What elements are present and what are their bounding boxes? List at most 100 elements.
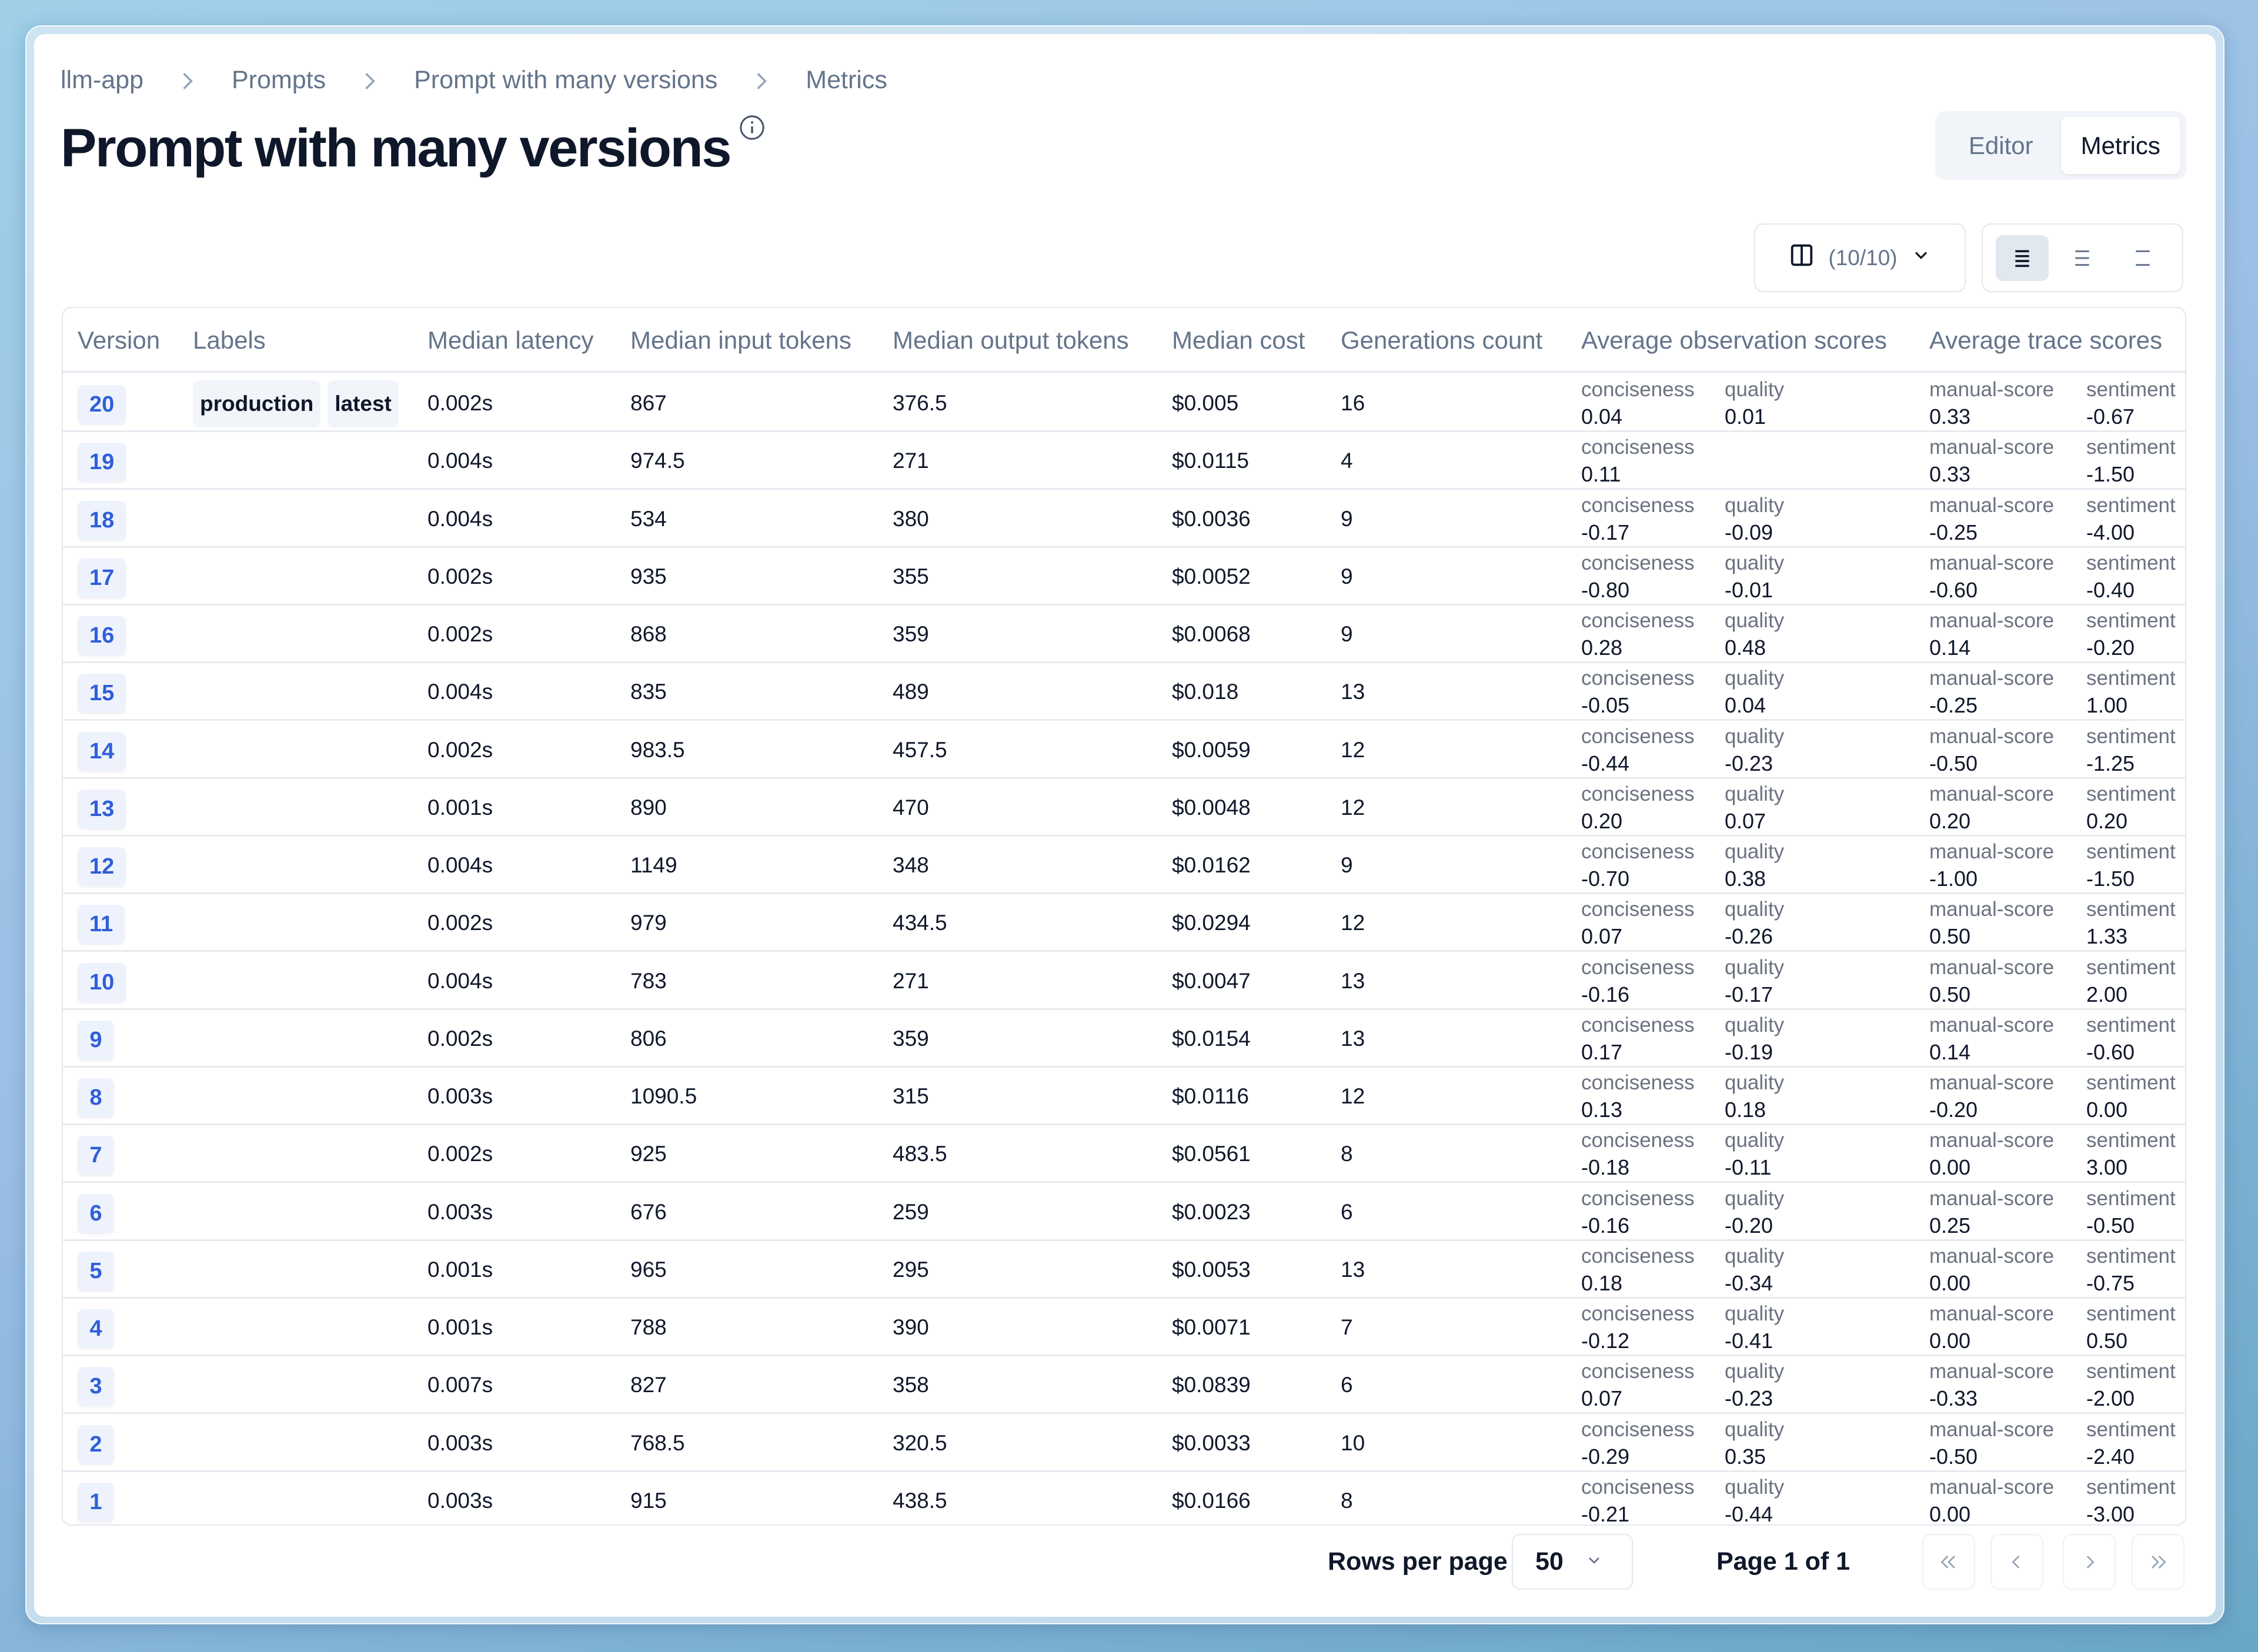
trace-score: manual-score 0.50 bbox=[1929, 954, 2054, 1008]
score-value: -0.44 bbox=[1725, 1501, 1773, 1526]
first-page-button[interactable] bbox=[1922, 1534, 1975, 1590]
column-header-median-input-tokens[interactable]: Median input tokens bbox=[630, 308, 851, 373]
table-row[interactable]: 6 0.003s 676 259 $0.0023 6 conciseness -0.16 qua… bbox=[63, 1183, 2185, 1241]
column-header-version[interactable]: Version bbox=[78, 308, 160, 373]
column-header-observation-scores[interactable]: Average observation scores bbox=[1581, 308, 1887, 373]
score-name: manual-score bbox=[1929, 1302, 2055, 1325]
table-row[interactable]: 14 0.002s 983.5 457.5 $0.0059 12 conciseness -0… bbox=[63, 721, 2185, 779]
median-input-tokens: 983.5 bbox=[630, 737, 685, 762]
table-row[interactable]: 11 0.002s 979 434.5 $0.0294 12 conciseness 0.07… bbox=[63, 894, 2185, 952]
generations-count: 7 bbox=[1341, 1315, 1353, 1339]
chevron-right-icon bbox=[717, 66, 806, 95]
score-value: 0.48 bbox=[1725, 636, 1766, 660]
breadcrumb-prompt[interactable]: Prompt with many versions bbox=[414, 66, 717, 95]
observation-score: conciseness -0.21 bbox=[1581, 1474, 1695, 1524]
median-cost: $0.0154 bbox=[1172, 1026, 1251, 1051]
score-value: -0.34 bbox=[1725, 1270, 1773, 1295]
trace-score: manual-score -0.33 bbox=[1929, 1358, 2054, 1412]
score-name: manual-score bbox=[1929, 955, 2055, 979]
table-row[interactable]: 4 0.001s 788 390 $0.0071 7 conciseness -0.12 qua… bbox=[63, 1299, 2185, 1357]
version-link[interactable]: 10 bbox=[78, 962, 126, 1002]
column-header-trace-scores[interactable]: Average trace scores bbox=[1929, 308, 2162, 373]
density-comfortable-button[interactable] bbox=[1996, 235, 2049, 281]
column-visibility-button[interactable]: (10/10) bbox=[1754, 223, 1966, 292]
density-compact-button[interactable] bbox=[2116, 235, 2169, 281]
score-name: quality bbox=[1725, 724, 1785, 748]
score-value: -0.40 bbox=[2086, 577, 2135, 602]
table-row[interactable]: 5 0.001s 965 295 $0.0053 13 conciseness 0.18 qua… bbox=[63, 1241, 2185, 1299]
density-normal-button[interactable] bbox=[2056, 235, 2109, 281]
table-row[interactable]: 9 0.002s 806 359 $0.0154 13 conciseness 0.17 qua… bbox=[63, 1010, 2185, 1068]
tab-editor[interactable]: Editor bbox=[1941, 117, 2061, 174]
version-link[interactable]: 16 bbox=[78, 616, 126, 655]
score-value: 0.07 bbox=[1725, 808, 1766, 833]
column-header-generations-count[interactable]: Generations count bbox=[1341, 308, 1542, 373]
column-header-median-cost[interactable]: Median cost bbox=[1172, 308, 1305, 373]
version-link[interactable]: 13 bbox=[78, 789, 126, 828]
table-row[interactable]: 20 production latest 0.002s 867 376.5 $0.005 16… bbox=[63, 374, 2185, 433]
version-link[interactable]: 19 bbox=[78, 443, 126, 482]
info-icon[interactable] bbox=[730, 113, 766, 144]
table-row[interactable]: 8 0.003s 1090.5 315 $0.0116 12 conciseness 0.13… bbox=[63, 1068, 2185, 1126]
version-link[interactable]: 3 bbox=[78, 1367, 114, 1406]
median-output-tokens: 470 bbox=[893, 795, 929, 820]
version-link[interactable]: 18 bbox=[78, 500, 126, 540]
score-value: -0.18 bbox=[1581, 1155, 1630, 1180]
tab-metrics[interactable]: Metrics bbox=[2060, 117, 2180, 174]
table-row[interactable]: 17 0.002s 935 355 $0.0052 9 conciseness -0.80 qu… bbox=[63, 548, 2185, 606]
column-header-median-latency[interactable]: Median latency bbox=[427, 308, 594, 373]
version-link[interactable]: 7 bbox=[78, 1136, 114, 1175]
version-link[interactable]: 8 bbox=[78, 1078, 114, 1117]
version-link[interactable]: 15 bbox=[78, 674, 126, 713]
trace-score: sentiment 0.50 bbox=[2086, 1300, 2176, 1355]
rows-per-page-select[interactable]: 50 bbox=[1512, 1534, 1633, 1590]
median-latency: 0.003s bbox=[427, 1488, 493, 1513]
score-value: 0.04 bbox=[1725, 693, 1766, 718]
observation-score: conciseness -0.70 bbox=[1581, 838, 1695, 892]
table-row[interactable]: 3 0.007s 827 358 $0.0839 6 conciseness 0.07 qual… bbox=[63, 1356, 2185, 1414]
version-link[interactable]: 2 bbox=[78, 1424, 114, 1464]
previous-page-button[interactable] bbox=[1990, 1534, 2043, 1590]
median-latency: 0.001s bbox=[427, 1315, 493, 1339]
median-output-tokens: 489 bbox=[893, 680, 929, 704]
breadcrumb-project[interactable]: llm-app bbox=[61, 66, 143, 95]
last-page-button[interactable] bbox=[2132, 1534, 2184, 1590]
version-link[interactable]: 20 bbox=[78, 385, 126, 424]
version-link[interactable]: 4 bbox=[78, 1309, 114, 1348]
table-row[interactable]: 10 0.004s 783 271 $0.0047 13 conciseness -0.16 q… bbox=[63, 952, 2185, 1010]
table-row[interactable]: 2 0.003s 768.5 320.5 $0.0033 10 conciseness -0.… bbox=[63, 1414, 2185, 1472]
trace-score: manual-score 0.33 bbox=[1929, 434, 2054, 488]
table-row[interactable]: 12 0.004s 1149 348 $0.0162 9 conciseness -0.70 q… bbox=[63, 837, 2185, 895]
version-link[interactable]: 1 bbox=[78, 1482, 114, 1521]
score-value: -2.00 bbox=[2086, 1386, 2135, 1411]
table-row[interactable]: 15 0.004s 835 489 $0.018 13 conciseness -0.05 qu… bbox=[63, 663, 2185, 721]
trace-score: manual-score 0.00 bbox=[1929, 1474, 2054, 1524]
observation-score: conciseness -0.17 bbox=[1581, 492, 1695, 546]
breadcrumb-prompts[interactable]: Prompts bbox=[232, 66, 326, 95]
trace-score: sentiment 0.20 bbox=[2086, 781, 2176, 835]
next-page-button[interactable] bbox=[2063, 1534, 2116, 1590]
table-row[interactable]: 7 0.002s 925 483.5 $0.0561 8 conciseness -0.18 q… bbox=[63, 1125, 2185, 1183]
table-row[interactable]: 16 0.002s 868 359 $0.0068 9 conciseness 0.28 qua… bbox=[63, 606, 2185, 664]
version-link[interactable]: 9 bbox=[78, 1020, 114, 1059]
median-cost: $0.0047 bbox=[1172, 968, 1251, 993]
version-link[interactable]: 11 bbox=[78, 905, 125, 944]
observation-score: conciseness -0.80 bbox=[1581, 550, 1695, 604]
version-link[interactable]: 5 bbox=[78, 1251, 114, 1290]
column-header-median-output-tokens[interactable]: Median output tokens bbox=[893, 308, 1129, 373]
table-row[interactable]: 18 0.004s 534 380 $0.0036 9 conciseness -0.17 qu… bbox=[63, 490, 2185, 548]
column-header-labels[interactable]: Labels bbox=[193, 308, 266, 373]
version-link[interactable]: 17 bbox=[78, 558, 126, 597]
score-value: -0.17 bbox=[1725, 982, 1773, 1006]
version-link[interactable]: 14 bbox=[78, 731, 126, 771]
table-row[interactable]: 1 0.003s 915 438.5 $0.0166 8 conciseness -0.21 q… bbox=[63, 1472, 2185, 1526]
table-row[interactable]: 13 0.001s 890 470 $0.0048 12 conciseness 0.20 qu… bbox=[63, 779, 2185, 837]
score-name: sentiment bbox=[2086, 378, 2176, 401]
version-link[interactable]: 12 bbox=[78, 847, 126, 886]
table-row[interactable]: 19 0.004s 974.5 271 $0.0115 4 conciseness 0.11 m… bbox=[63, 432, 2185, 490]
version-link[interactable]: 6 bbox=[78, 1193, 114, 1233]
trace-score: manual-score 0.14 bbox=[1929, 607, 2054, 661]
median-output-tokens: 271 bbox=[893, 449, 929, 473]
median-cost: $0.0048 bbox=[1172, 795, 1251, 820]
median-cost: $0.0561 bbox=[1172, 1142, 1251, 1166]
